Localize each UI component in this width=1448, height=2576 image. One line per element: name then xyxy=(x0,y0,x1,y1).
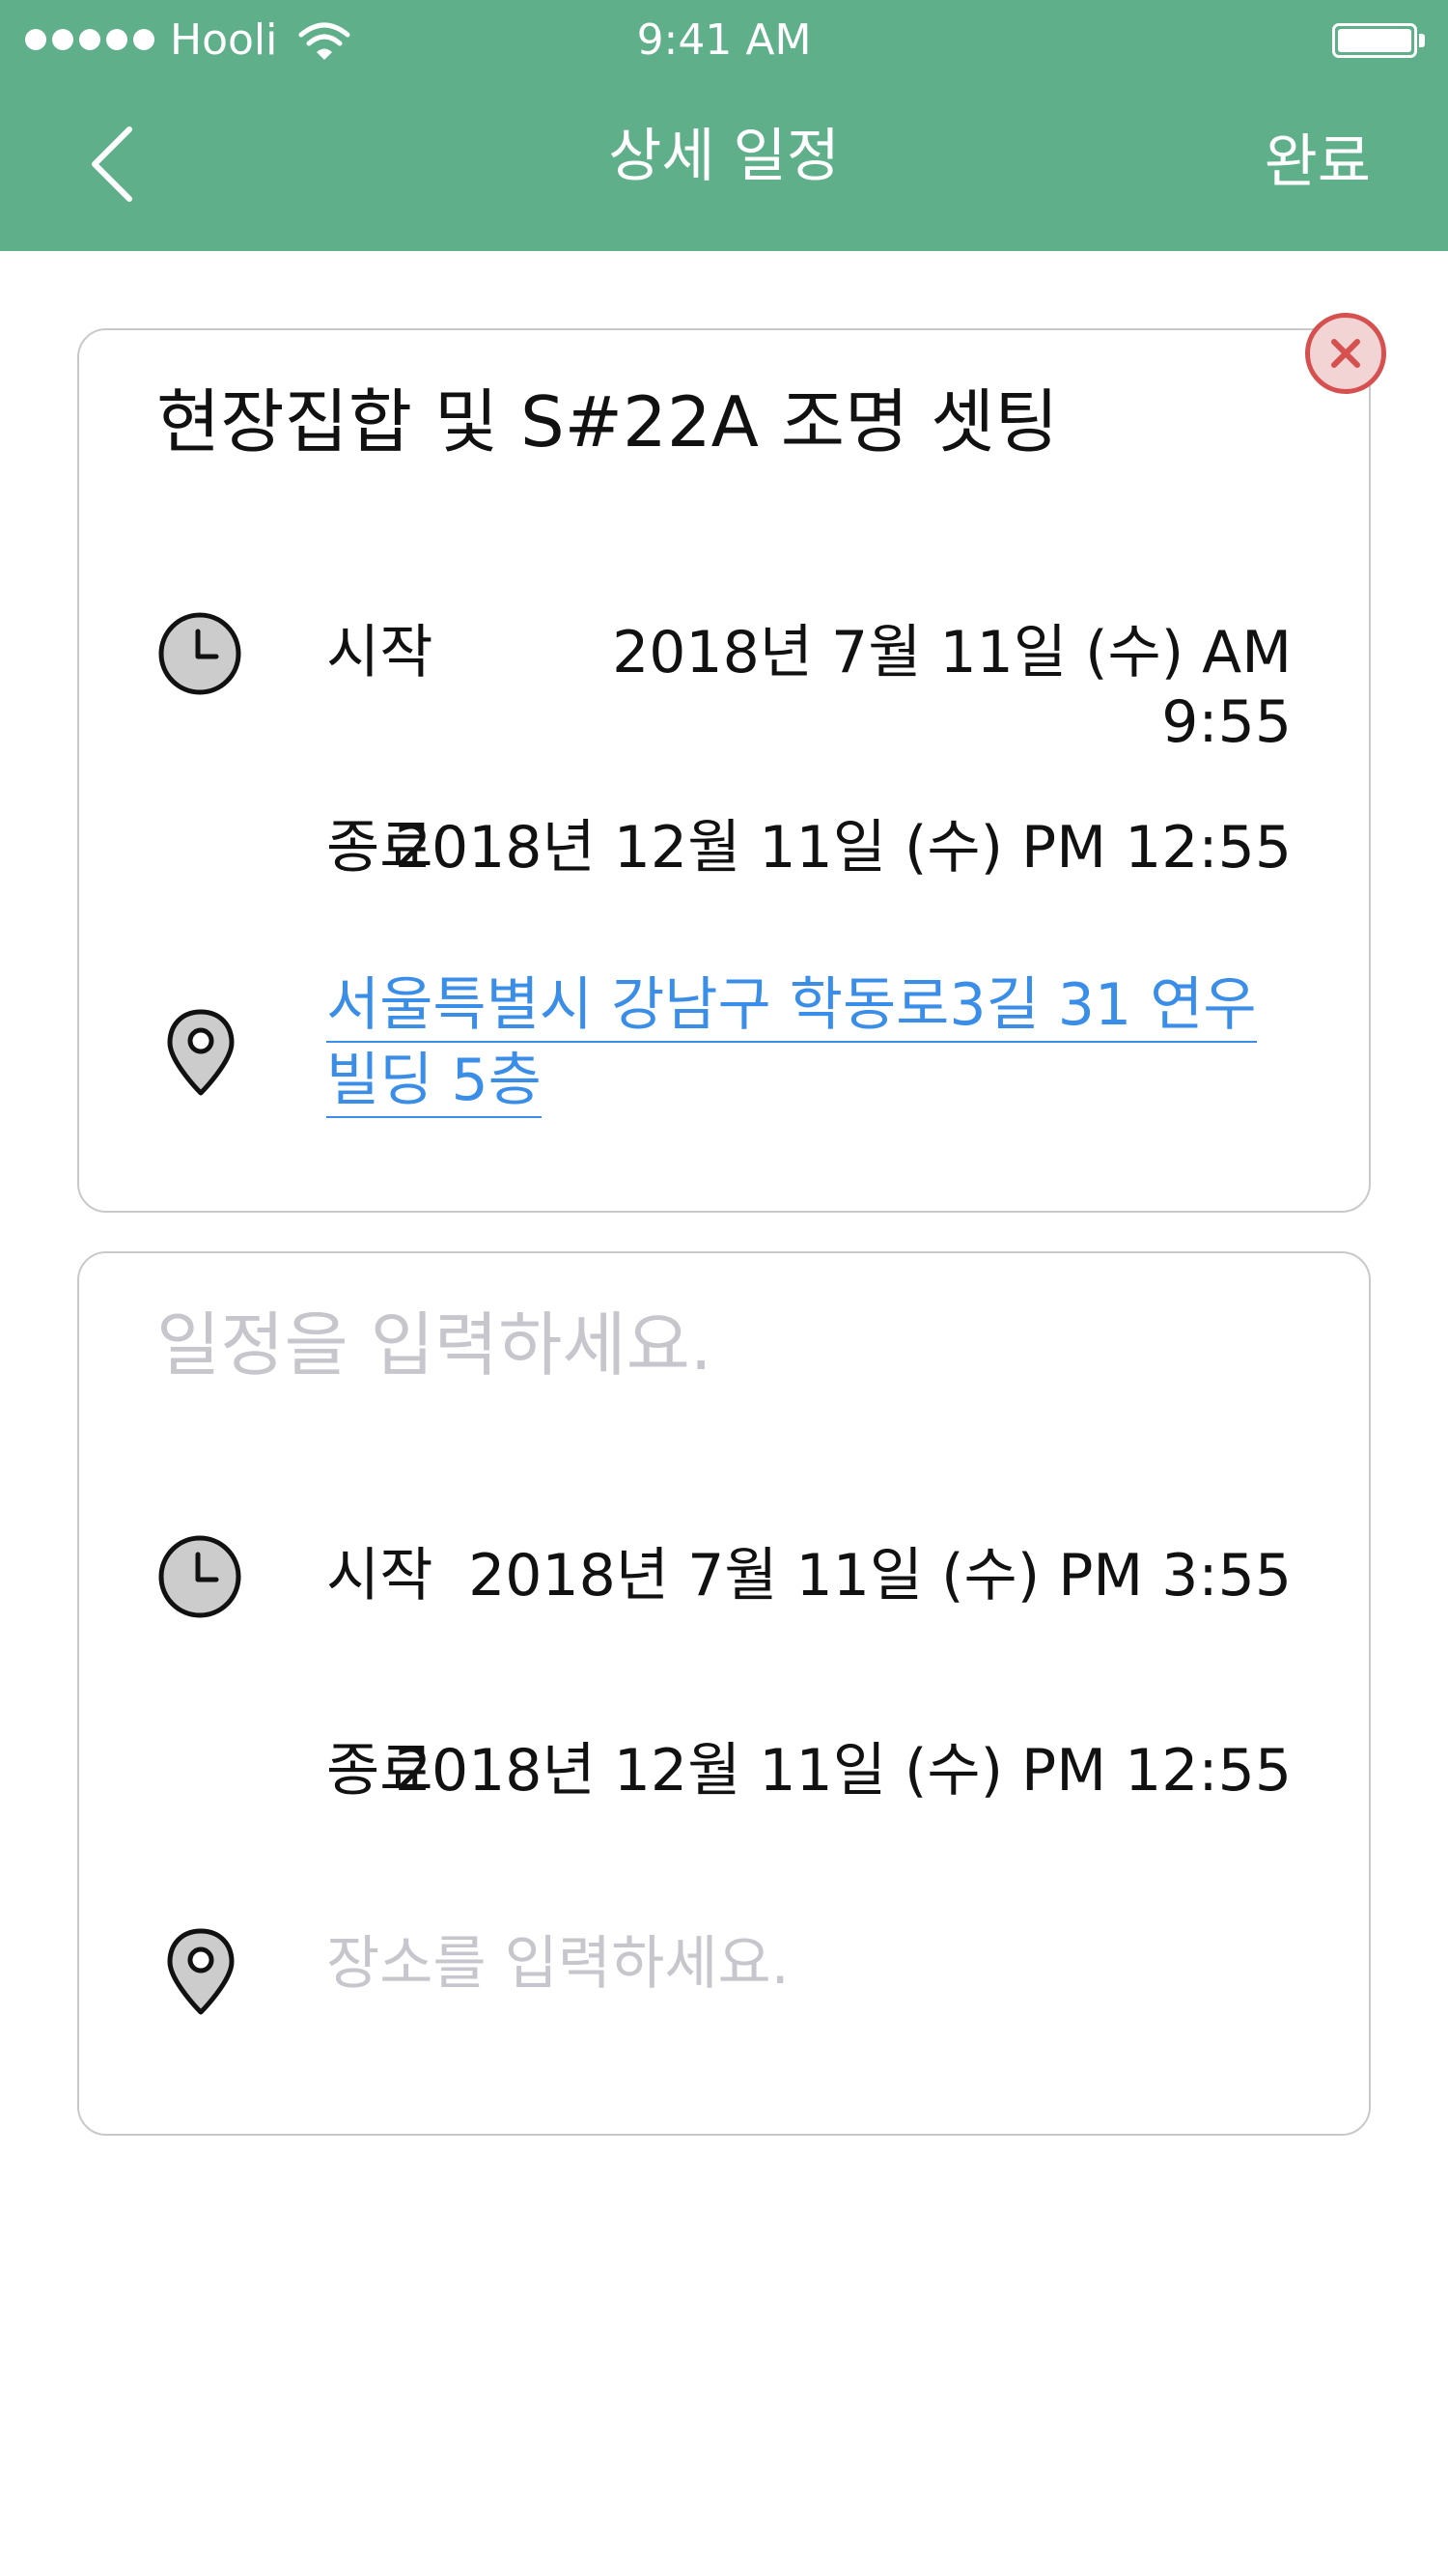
battery-tip xyxy=(1419,34,1425,47)
end-datetime[interactable]: 2018년 12월 11일 (수) PM 12:55 xyxy=(395,1736,1292,1806)
app-header: Hooli 9:41 AM 상세 일정 완료 xyxy=(0,0,1448,251)
battery-icon xyxy=(1332,23,1417,58)
event-card: 현장집합 및 S#22A 조명 셋팅 시작 2018년 7월 11일 (수) A… xyxy=(77,328,1371,1213)
status-time: 9:41 AM xyxy=(636,15,812,65)
clock-icon xyxy=(158,612,241,695)
location-link[interactable]: 서울특별시 강남구 학동로3길 31 연우 빌딩 5층 xyxy=(326,967,1301,1118)
done-button[interactable]: 완료 xyxy=(1265,124,1371,201)
event-title[interactable]: 현장집합 및 S#22A 조명 셋팅 xyxy=(156,378,1059,465)
new-event-card: 일정을 입력하세요. 시작 2018년 7월 11일 (수) PM 3:55 종… xyxy=(77,1251,1371,2136)
location-line-1[interactable]: 서울특별시 강남구 학동로3길 31 연우 xyxy=(326,971,1257,1043)
location-line-2[interactable]: 빌딩 5층 xyxy=(326,1047,542,1118)
location-pin-icon xyxy=(167,1928,235,2015)
location-pin-icon xyxy=(167,1009,235,1096)
location-input[interactable]: 장소를 입력하세요. xyxy=(326,1929,790,1999)
end-datetime[interactable]: 2018년 12월 11일 (수) PM 12:55 xyxy=(395,813,1292,882)
status-bar: Hooli 9:41 AM xyxy=(0,15,1448,65)
start-label: 시작 xyxy=(326,619,433,686)
clock-icon xyxy=(158,1535,241,1618)
event-title-input[interactable]: 일정을 입력하세요. xyxy=(156,1302,712,1388)
close-icon xyxy=(1331,339,1360,368)
page-title: 상세 일정 xyxy=(608,123,840,190)
start-datetime[interactable]: 2018년 7월 11일 (수) AM 9:55 xyxy=(558,618,1292,757)
remove-event-button[interactable] xyxy=(1305,313,1386,394)
start-datetime[interactable]: 2018년 7월 11일 (수) PM 3:55 xyxy=(468,1541,1292,1610)
start-label: 시작 xyxy=(326,1542,433,1610)
